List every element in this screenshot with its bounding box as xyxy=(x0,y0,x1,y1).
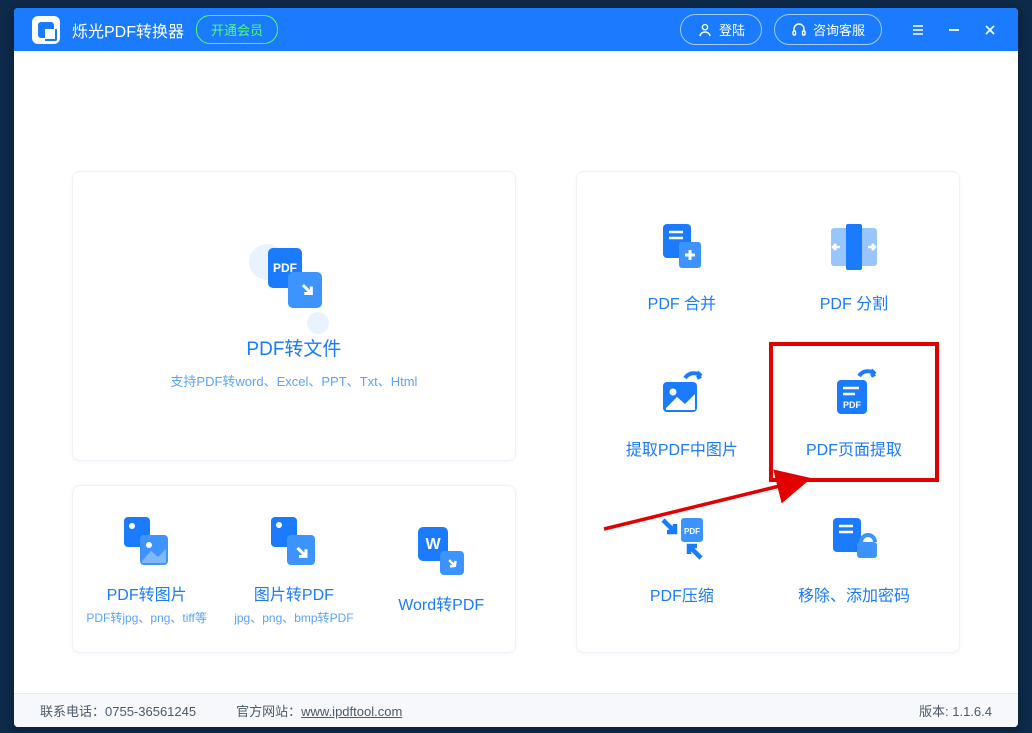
cell-title: 图片转PDF xyxy=(254,581,334,605)
pdf-to-file-card[interactable]: PDF PDF转文件 支持PDF转word、Excel、PPT、Txt、Html xyxy=(72,171,516,461)
titlebar: 烁光PDF转换器 开通会员 登陆 咨询客服 xyxy=(14,8,1018,51)
tool-label: 提取PDF中图片 xyxy=(626,436,738,460)
pdf-password-icon xyxy=(825,510,883,568)
cell-sub: jpg、png、bmp转PDF xyxy=(234,609,353,626)
menu-button[interactable] xyxy=(908,20,928,40)
pdf-to-file-title: PDF转文件 xyxy=(246,334,341,361)
minimize-button[interactable] xyxy=(944,20,964,40)
pdf-extract-page-icon: PDF xyxy=(825,364,883,422)
app-logo xyxy=(32,16,60,44)
vip-button[interactable]: 开通会员 xyxy=(196,15,278,44)
tools-card: PDF 合并 PDF 分割 xyxy=(576,171,960,653)
svg-text:W: W xyxy=(426,536,442,553)
close-icon xyxy=(982,22,998,38)
image-to-pdf-cell[interactable]: 图片转PDF jpg、png、bmp转PDF xyxy=(220,486,367,652)
footer-phone: 联系电话：0755-36561245 xyxy=(40,701,196,720)
pdf-to-file-icon: PDF xyxy=(258,242,330,314)
pdf-password-tool[interactable]: 移除、添加密码 xyxy=(773,492,935,624)
minimize-icon xyxy=(946,22,962,38)
support-button[interactable]: 咨询客服 xyxy=(774,14,882,45)
pdf-to-image-icon xyxy=(118,513,176,571)
pdf-extract-page-tool[interactable]: PDF PDF页面提取 xyxy=(773,346,935,478)
conversion-row: PDF转图片 PDF转jpg、png、tiff等 图片转PDF jpg、png、… xyxy=(72,485,516,653)
pdf-extract-image-icon xyxy=(653,364,711,422)
pdf-merge-tool[interactable]: PDF 合并 xyxy=(601,200,763,332)
content: PDF PDF转文件 支持PDF转word、Excel、PPT、Txt、Html xyxy=(14,51,1018,693)
close-button[interactable] xyxy=(980,20,1000,40)
headset-icon xyxy=(791,22,807,38)
word-to-pdf-icon: W xyxy=(412,523,470,581)
support-label: 咨询客服 xyxy=(813,20,865,39)
tool-label: 移除、添加密码 xyxy=(798,582,910,606)
tool-label: PDF压缩 xyxy=(650,582,714,606)
tool-label: PDF页面提取 xyxy=(806,436,902,460)
login-label: 登陆 xyxy=(719,20,745,39)
tool-label: PDF 合并 xyxy=(648,290,716,314)
footer-website[interactable]: 官方网站：www.ipdftool.com xyxy=(236,701,402,720)
pdf-split-icon xyxy=(825,218,883,276)
login-button[interactable]: 登陆 xyxy=(680,14,762,45)
footer-version: 版本: 1.1.6.4 xyxy=(919,701,992,720)
pdf-compress-tool[interactable]: PDF PDF压缩 xyxy=(601,492,763,624)
svg-text:PDF: PDF xyxy=(843,400,862,410)
image-to-pdf-icon xyxy=(265,513,323,571)
svg-text:PDF: PDF xyxy=(684,527,700,536)
footer: 联系电话：0755-36561245 官方网站：www.ipdftool.com… xyxy=(14,693,1018,727)
pdf-to-image-cell[interactable]: PDF转图片 PDF转jpg、png、tiff等 xyxy=(73,486,220,652)
app-title: 烁光PDF转换器 xyxy=(72,18,184,42)
cell-sub: PDF转jpg、png、tiff等 xyxy=(86,609,207,626)
pdf-to-file-sub: 支持PDF转word、Excel、PPT、Txt、Html xyxy=(170,371,417,390)
app-window: 烁光PDF转换器 开通会员 登陆 咨询客服 xyxy=(14,8,1018,727)
word-to-pdf-cell[interactable]: W Word转PDF xyxy=(368,486,515,652)
pdf-split-tool[interactable]: PDF 分割 xyxy=(773,200,935,332)
menu-icon xyxy=(910,22,926,38)
pdf-compress-icon: PDF xyxy=(653,510,711,568)
user-icon xyxy=(697,22,713,38)
cell-title: Word转PDF xyxy=(398,591,484,615)
pdf-extract-image-tool[interactable]: 提取PDF中图片 xyxy=(601,346,763,478)
pdf-merge-icon xyxy=(653,218,711,276)
cell-title: PDF转图片 xyxy=(107,581,187,605)
tool-label: PDF 分割 xyxy=(820,290,888,314)
